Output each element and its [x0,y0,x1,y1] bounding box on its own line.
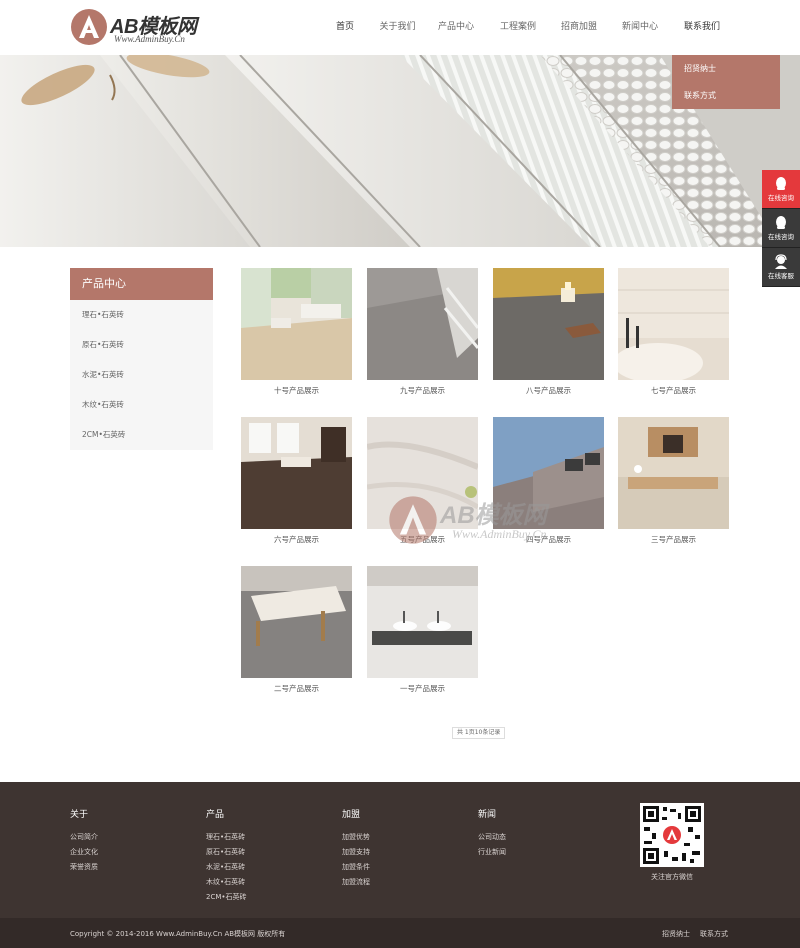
qq-icon [776,216,786,229]
product-name: 八号产品展示 [526,386,571,395]
category-item[interactable]: 水泥•石英砖 [70,360,213,390]
category-item[interactable]: 2CM•石英砖 [70,420,213,450]
wechat-qr-code [640,803,704,867]
product-thumbnail [493,417,604,529]
product-name: 三号产品展示 [651,535,696,544]
footer-link[interactable]: 木纹•石英砖 [206,875,247,890]
dropdown-item-recruit[interactable]: 招贤纳士 [672,55,780,82]
site-logo[interactable]: AB模板网 Www.AdminBuy.Cn [70,8,220,48]
footer-link[interactable]: 水泥•石英砖 [206,860,247,875]
product-card[interactable]: 十号产品展示 [241,268,352,408]
logo-subtitle: Www.AdminBuy.Cn [114,34,185,44]
footer-column-title: 关于 [70,810,89,820]
footer-link[interactable]: 2CM•石英砖 [206,890,247,905]
qr-caption: 关注官方微信 [651,873,693,881]
dropdown-item-contact[interactable]: 联系方式 [672,82,780,109]
footer-column-products: 产品 理石•石英砖 原石•石英砖 水泥•石英砖 木纹•石英砖 2CM•石英砖 [206,807,247,905]
product-thumbnail [493,268,604,380]
footer-link[interactable]: 企业文化 [70,845,98,860]
product-thumbnail [618,268,729,380]
footer-column-title: 产品 [206,810,225,820]
site-header: AB模板网 Www.AdminBuy.Cn 首页 关于我们 产品中心 工程案例 … [0,0,800,55]
product-card[interactable]: 四号产品展示 [493,417,604,557]
footer-link[interactable]: 荣誉资质 [70,860,98,875]
product-thumbnail [367,268,478,380]
footer-column-join: 加盟 加盟优势 加盟支持 加盟条件 加盟流程 [342,807,370,890]
float-service-button[interactable]: 在线客服 [762,248,800,287]
product-name: 十号产品展示 [274,386,319,395]
product-card[interactable]: 一号产品展示 [367,566,478,706]
footer-link-recruit[interactable]: 招贤纳士 [662,929,690,939]
category-title: 产品中心 [70,268,213,300]
category-item[interactable]: 木纹•石英砖 [70,390,213,420]
footer-link[interactable]: 理石•石英砖 [206,830,247,845]
service-icon [775,254,787,269]
float-label: 在线客服 [768,272,794,280]
product-name: 四号产品展示 [526,535,571,544]
footer-column-news: 新闻 公司动态 行业新闻 [478,807,506,860]
product-card[interactable]: 九号产品展示 [367,268,478,408]
category-sidebar: 产品中心 理石•石英砖 原石•石英砖 水泥•石英砖 木纹•石英砖 2CM•石英砖 [70,268,213,450]
product-card[interactable]: 三号产品展示 [618,417,729,557]
product-card[interactable]: 五号产品展示 [367,417,478,557]
product-name: 九号产品展示 [400,386,445,395]
float-label: 在线咨询 [768,233,794,241]
float-service-bar: 在线咨询 在线咨询 在线客服 [762,170,800,287]
nav-products[interactable]: 产品中心 [425,0,487,55]
main-nav: 首页 关于我们 产品中心 工程案例 招商加盟 新闻中心 联系我们 [320,0,733,55]
footer-link[interactable]: 加盟流程 [342,875,370,890]
product-thumbnail [241,417,352,529]
category-item[interactable]: 理石•石英砖 [70,300,213,330]
footer-link-contact[interactable]: 联系方式 [700,929,728,939]
product-card[interactable]: 八号产品展示 [493,268,604,408]
footer-column-title: 新闻 [478,810,497,820]
float-qq-button-2[interactable]: 在线咨询 [762,209,800,248]
footer-column-title: 加盟 [342,810,361,820]
contact-dropdown-menu: 招贤纳士 联系方式 [672,55,780,109]
footer-link[interactable]: 加盟优势 [342,830,370,845]
nav-news[interactable]: 新闻中心 [609,0,671,55]
nav-contact[interactable]: 联系我们 [671,0,733,55]
site-footer: 关于 公司简介 企业文化 荣誉资质 产品 理石•石英砖 原石•石英砖 水泥•石英… [0,782,800,948]
product-thumbnail [367,417,478,529]
footer-link[interactable]: 公司简介 [70,830,98,845]
product-thumbnail [618,417,729,529]
product-card[interactable]: 七号产品展示 [618,268,729,408]
product-card[interactable]: 二号产品展示 [241,566,352,706]
float-label: 在线咨询 [768,194,794,202]
product-name: 五号产品展示 [400,535,445,544]
nav-about[interactable]: 关于我们 [370,0,425,55]
qq-icon [776,177,786,190]
footer-link[interactable]: 加盟条件 [342,860,370,875]
product-thumbnail [367,566,478,678]
copyright-text: Copyright © 2014-2016 Www.AdminBuy.Cn AB… [70,930,286,938]
pagination-info: 共 1页10条记录 [452,727,506,739]
product-name: 六号产品展示 [274,535,319,544]
product-card[interactable]: 六号产品展示 [241,417,352,557]
nav-cases[interactable]: 工程案例 [487,0,549,55]
product-thumbnail [241,268,352,380]
category-item[interactable]: 原石•石英砖 [70,330,213,360]
product-thumbnail [241,566,352,678]
product-name: 一号产品展示 [400,684,445,693]
footer-column-about: 关于 公司简介 企业文化 荣誉资质 [70,807,98,875]
float-qq-button-1[interactable]: 在线咨询 [762,170,800,209]
nav-home[interactable]: 首页 [320,0,370,55]
footer-link[interactable]: 原石•石英砖 [206,845,247,860]
footer-link[interactable]: 行业新闻 [478,845,506,860]
category-list: 理石•石英砖 原石•石英砖 水泥•石英砖 木纹•石英砖 2CM•石英砖 [70,300,213,450]
logo-mark-icon [71,9,107,45]
footer-bottom-bar: Copyright © 2014-2016 Www.AdminBuy.Cn AB… [0,918,800,948]
nav-join[interactable]: 招商加盟 [549,0,609,55]
footer-link[interactable]: 公司动态 [478,830,506,845]
product-name: 七号产品展示 [651,386,696,395]
product-name: 二号产品展示 [274,684,319,693]
footer-link[interactable]: 加盟支持 [342,845,370,860]
